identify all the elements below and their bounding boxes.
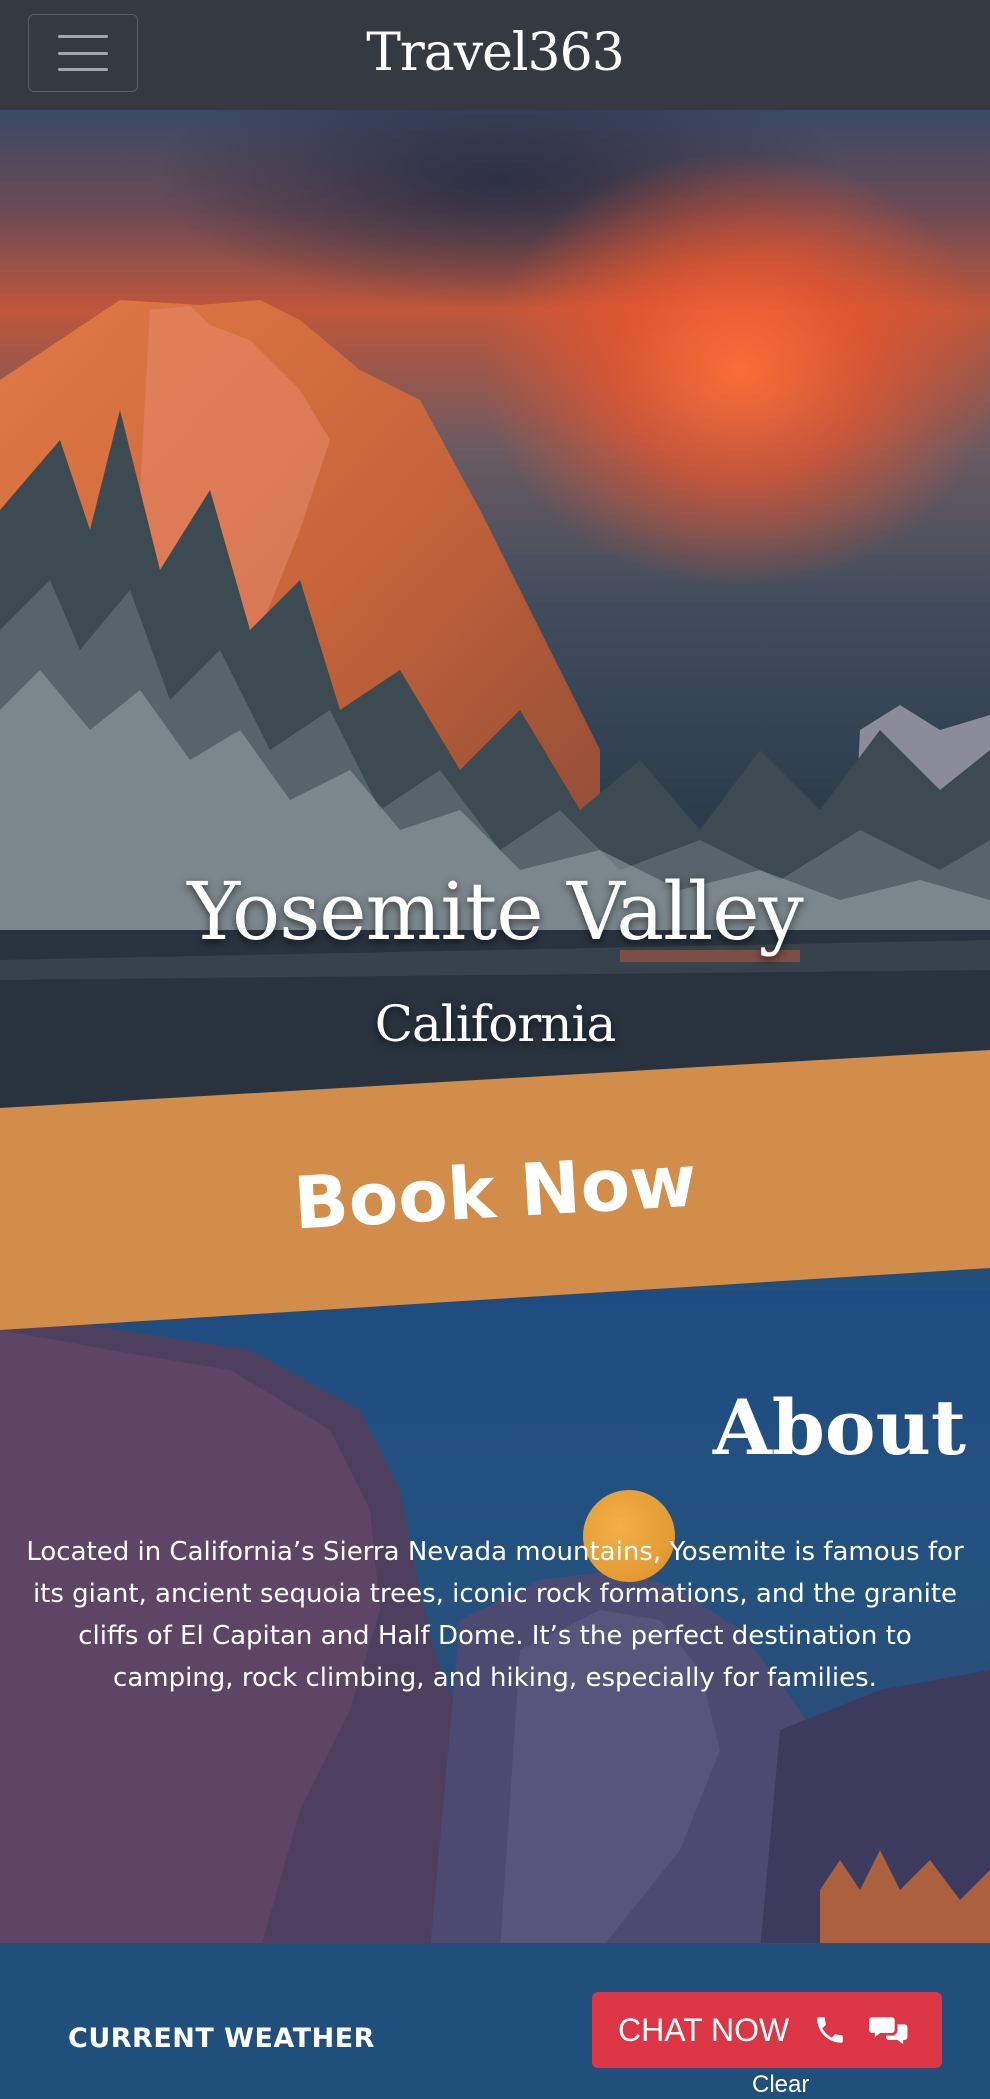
current-weather-label: CURRENT WEATHER (68, 2023, 375, 2054)
moon-icon (470, 1999, 524, 2073)
hero-title: Yosemite Valley (187, 865, 804, 958)
about-title: About (712, 1383, 966, 1473)
about-section: About Located in California’s Sierra Nev… (0, 1290, 990, 1950)
chat-bubbles-icon (869, 2017, 908, 2045)
weather-status: Clear (752, 2071, 810, 2098)
chat-now-label: CHAT NOW (618, 2011, 790, 2048)
hero-section: Yosemite Valley California (0, 110, 990, 1110)
hero-landscape-image (0, 300, 990, 1110)
navbar: Travel363 (0, 0, 990, 110)
chat-now-button[interactable]: CHAT NOW (592, 1992, 942, 2068)
footer-weather-bar: CURRENT WEATHER Clear CHAT NOW (0, 1943, 990, 2098)
brand-logo[interactable]: Travel363 (0, 0, 990, 110)
phone-icon (817, 2017, 843, 2043)
book-now-label: Book Now (291, 1138, 699, 1246)
about-text: Located in California’s Sierra Nevada mo… (26, 1537, 964, 1693)
hero-subtitle: California (374, 995, 617, 1053)
